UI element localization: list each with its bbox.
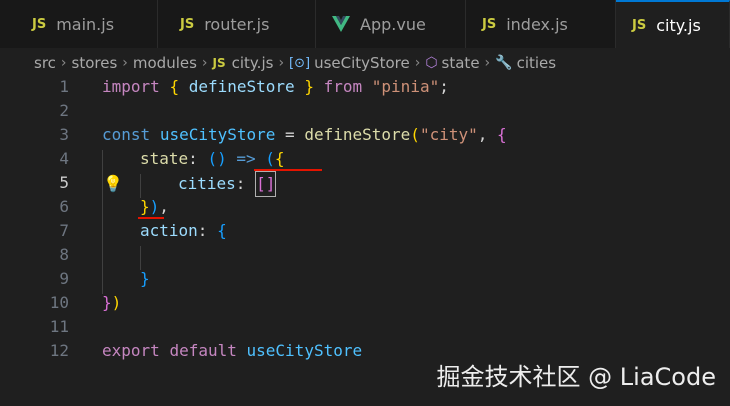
line-number: 8 bbox=[59, 245, 69, 264]
code-text: const useCityStore = defineStore("city",… bbox=[102, 125, 507, 144]
tab-label: router.js bbox=[204, 14, 270, 34]
chevron-right-icon: › bbox=[201, 55, 208, 71]
chevron-right-icon: › bbox=[414, 55, 421, 71]
code-text: import { defineStore } from "pinia"; bbox=[102, 77, 449, 96]
chevron-right-icon: › bbox=[484, 55, 491, 71]
annotation-underline bbox=[138, 217, 164, 219]
chevron-right-icon: › bbox=[278, 55, 285, 71]
code-line: 3 const useCityStore = defineStore("city… bbox=[0, 123, 730, 147]
code-line: 6 }), bbox=[0, 195, 730, 219]
lightbulb-icon[interactable]: 💡 bbox=[103, 174, 123, 193]
js-file-icon: JS bbox=[482, 16, 497, 32]
breadcrumb-symbol-store[interactable]: useCityStore bbox=[314, 54, 410, 72]
breadcrumb-symbol-cities[interactable]: cities bbox=[517, 54, 557, 72]
code-line: 10 }) bbox=[0, 291, 730, 315]
js-file-icon: JS bbox=[212, 56, 226, 70]
breadcrumb-src[interactable]: src bbox=[34, 54, 56, 72]
breadcrumb-stores[interactable]: stores bbox=[72, 54, 118, 72]
editor-tab-bar: JS main.js JS router.js App.vue JS index… bbox=[0, 0, 730, 48]
breadcrumb: src › stores › modules › JS city.js › [⊙… bbox=[0, 48, 730, 78]
line-number: 10 bbox=[49, 293, 69, 312]
line-number: 3 bbox=[59, 125, 69, 144]
line-number: 12 bbox=[49, 341, 69, 360]
code-line: 4 state: () => ({ bbox=[0, 147, 730, 171]
tab-main-js[interactable]: JS main.js bbox=[0, 0, 158, 48]
tab-label: city.js bbox=[656, 15, 701, 35]
line-number: 5 bbox=[59, 173, 69, 192]
breadcrumb-modules[interactable]: modules bbox=[133, 54, 197, 72]
line-number: 6 bbox=[59, 197, 69, 216]
wrench-icon: 🔧 bbox=[495, 55, 513, 71]
code-line: 2 bbox=[0, 99, 730, 123]
chevron-right-icon: › bbox=[122, 55, 128, 71]
code-line: 7 action: { bbox=[0, 219, 730, 243]
chevron-right-icon: › bbox=[60, 55, 67, 71]
js-file-icon: JS bbox=[632, 17, 647, 33]
tab-label: index.js bbox=[506, 14, 568, 34]
code-line: 1 import { defineStore } from "pinia"; bbox=[0, 75, 730, 99]
code-text: state: () => ({ bbox=[140, 149, 285, 168]
code-text: }) bbox=[102, 293, 122, 312]
line-number: 1 bbox=[59, 77, 69, 96]
line-number: 9 bbox=[59, 269, 69, 288]
line-number: 7 bbox=[59, 221, 69, 240]
code-text: }), bbox=[140, 197, 169, 216]
tab-label: main.js bbox=[56, 14, 115, 34]
code-line: 11 bbox=[0, 315, 730, 339]
tab-app-vue[interactable]: App.vue bbox=[316, 0, 466, 48]
js-file-icon: JS bbox=[32, 16, 47, 32]
tab-router-js[interactable]: JS router.js bbox=[158, 0, 316, 48]
breadcrumb-file[interactable]: city.js bbox=[232, 54, 274, 72]
code-text: cities: [] bbox=[178, 171, 277, 197]
variable-icon: [⊙] bbox=[289, 55, 311, 71]
cube-icon: ⬡ bbox=[425, 55, 438, 71]
code-line: 9 } bbox=[0, 267, 730, 291]
code-text: action: { bbox=[140, 221, 227, 240]
line-number: 2 bbox=[59, 101, 69, 120]
breadcrumb-symbol-state[interactable]: state bbox=[442, 54, 480, 72]
annotation-underline bbox=[254, 169, 322, 171]
code-text: } bbox=[140, 269, 150, 288]
tab-city-js[interactable]: JS city.js bbox=[616, 0, 730, 48]
watermark: 掘金技术社区 @ LiaCode bbox=[436, 363, 716, 391]
line-number: 11 bbox=[49, 317, 69, 336]
code-line: 8 bbox=[0, 243, 730, 267]
vue-icon bbox=[332, 16, 350, 32]
line-number: 4 bbox=[59, 149, 69, 168]
js-file-icon: JS bbox=[180, 16, 195, 32]
tab-label: App.vue bbox=[360, 14, 426, 34]
tab-index-js[interactable]: JS index.js bbox=[466, 0, 616, 48]
code-text: export default useCityStore bbox=[102, 341, 363, 360]
